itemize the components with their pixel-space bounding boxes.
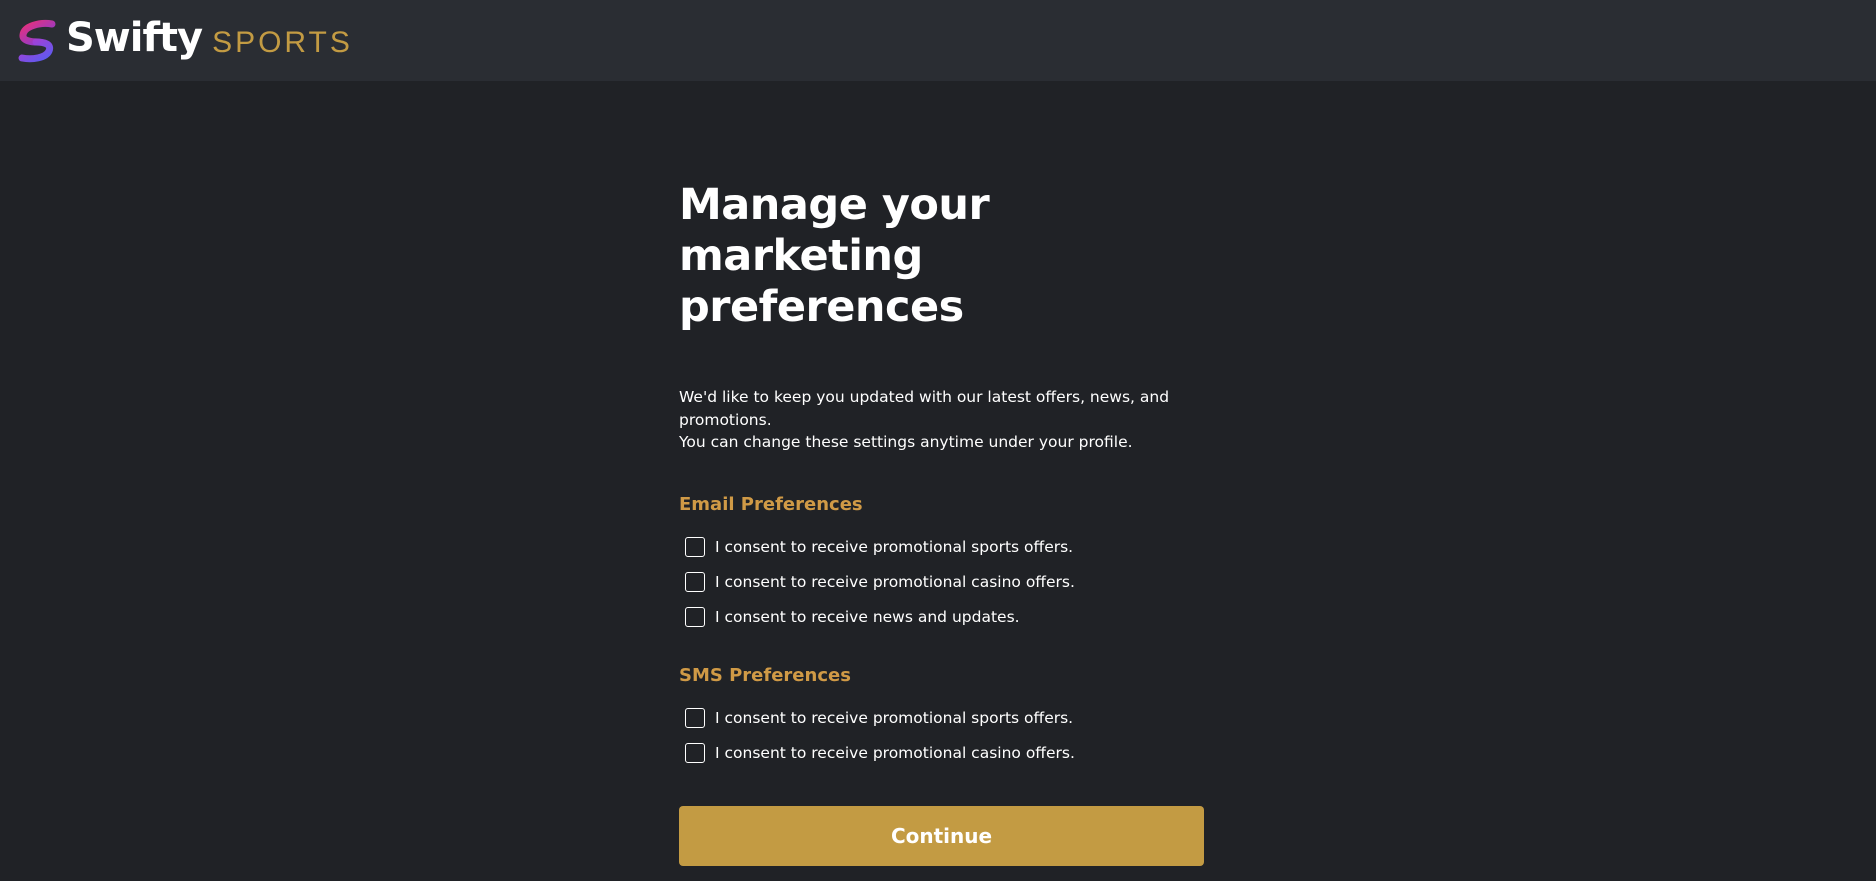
- email-news-updates-option[interactable]: I consent to receive news and updates.: [685, 600, 1204, 635]
- sms-casino-offers-checkbox[interactable]: [685, 743, 705, 763]
- email-preferences-list: I consent to receive promotional sports …: [679, 530, 1204, 635]
- brand-name: Swifty: [66, 14, 203, 61]
- email-sports-offers-label: I consent to receive promotional sports …: [715, 538, 1074, 556]
- sms-casino-offers-option[interactable]: I consent to receive promotional casino …: [685, 736, 1204, 771]
- email-casino-offers-label: I consent to receive promotional casino …: [715, 573, 1075, 591]
- sms-preferences-list: I consent to receive promotional sports …: [679, 701, 1204, 771]
- brand-subtitle: SPORTS: [212, 25, 353, 59]
- intro-line-3: You can change these settings anytime un…: [679, 433, 1133, 451]
- top-bar: Swifty SPORTS: [0, 0, 1876, 81]
- intro-line-2: promotions.: [679, 410, 772, 429]
- page-title: Manage your marketing preferences: [679, 180, 1204, 333]
- swifty-s-logo-icon: [18, 19, 56, 62]
- sms-casino-offers-label: I consent to receive promotional casino …: [715, 744, 1075, 762]
- continue-button[interactable]: Continue: [679, 805, 1204, 866]
- email-sports-offers-checkbox[interactable]: [685, 537, 705, 557]
- preferences-panel: Manage your marketing preferences We'd l…: [679, 180, 1204, 866]
- sms-sports-offers-option[interactable]: I consent to receive promotional sports …: [685, 701, 1204, 736]
- email-sports-offers-option[interactable]: I consent to receive promotional sports …: [685, 530, 1204, 565]
- email-casino-offers-checkbox[interactable]: [685, 572, 705, 592]
- email-casino-offers-option[interactable]: I consent to receive promotional casino …: [685, 565, 1204, 600]
- sms-preferences-heading: SMS Preferences: [679, 664, 851, 686]
- page-title-line-2: marketing preferences: [679, 231, 964, 332]
- sms-sports-offers-label: I consent to receive promotional sports …: [715, 709, 1074, 727]
- intro-line-1: We'd like to keep you updated with our l…: [679, 388, 1170, 406]
- page-title-line-1: Manage your: [679, 180, 990, 230]
- intro-text: We'd like to keep you updated with our l…: [679, 386, 1204, 454]
- email-news-updates-label: I consent to receive news and updates.: [715, 608, 1020, 626]
- brand-logo[interactable]: Swifty SPORTS: [14, 16, 353, 66]
- email-preferences-heading: Email Preferences: [679, 493, 863, 515]
- email-news-updates-checkbox[interactable]: [685, 607, 705, 627]
- sms-sports-offers-checkbox[interactable]: [685, 708, 705, 728]
